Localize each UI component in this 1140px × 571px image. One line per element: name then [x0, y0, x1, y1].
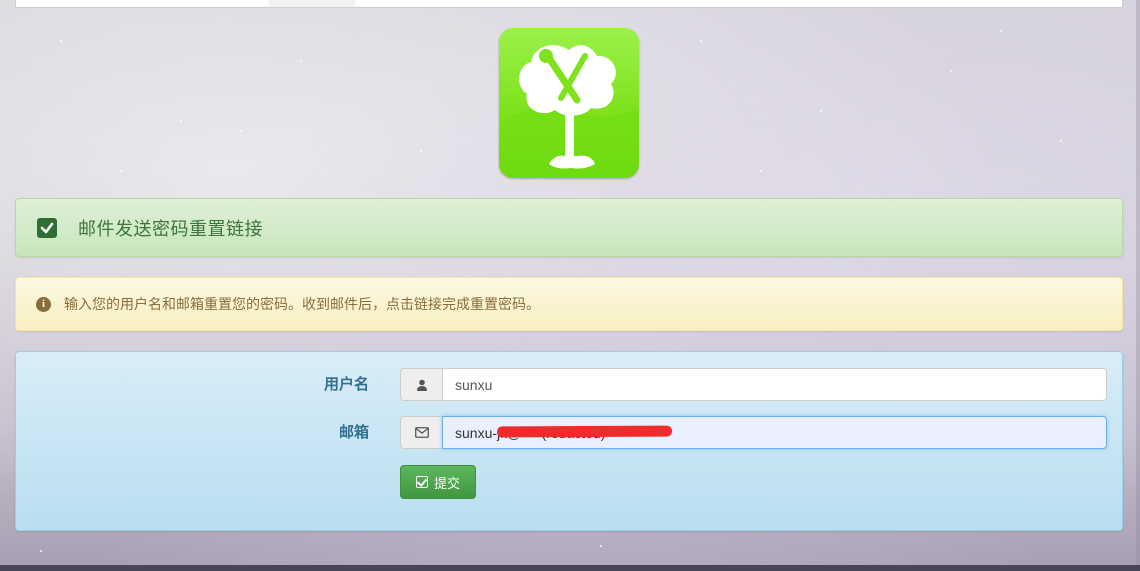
username-input-group — [400, 368, 1107, 401]
info-circle-icon: i — [36, 296, 51, 312]
app-logo — [499, 28, 639, 178]
envelope-icon — [400, 416, 442, 449]
edit-icon — [415, 476, 428, 488]
window-edge — [1136, 0, 1140, 571]
username-row: 用户名 — [16, 368, 1122, 401]
check-square-icon — [37, 217, 57, 238]
bottom-bar — [0, 565, 1140, 571]
success-alert: 邮件发送密码重置链接 — [15, 198, 1123, 257]
username-label: 用户名 — [323, 375, 369, 393]
email-row: 邮箱 — [16, 416, 1122, 449]
email-input-group — [400, 416, 1107, 449]
info-message: 输入您的用户名和邮箱重置您的密码。收到邮件后，点击链接完成重置密码。 — [64, 297, 540, 313]
user-icon — [400, 368, 442, 401]
success-message: 邮件发送密码重置链接 — [78, 218, 263, 240]
username-input[interactable] — [442, 368, 1107, 401]
submit-button[interactable]: 提交 — [400, 465, 476, 499]
top-bar-strip — [15, 0, 1123, 8]
info-alert: i 输入您的用户名和邮箱重置您的密码。收到邮件后，点击链接完成重置密码。 — [15, 277, 1123, 331]
submit-label: 提交 — [433, 475, 460, 491]
email-label: 邮箱 — [338, 423, 369, 441]
redaction-mark — [496, 425, 673, 438]
reset-form-panel: 用户名 邮箱 提交 — [15, 351, 1123, 531]
